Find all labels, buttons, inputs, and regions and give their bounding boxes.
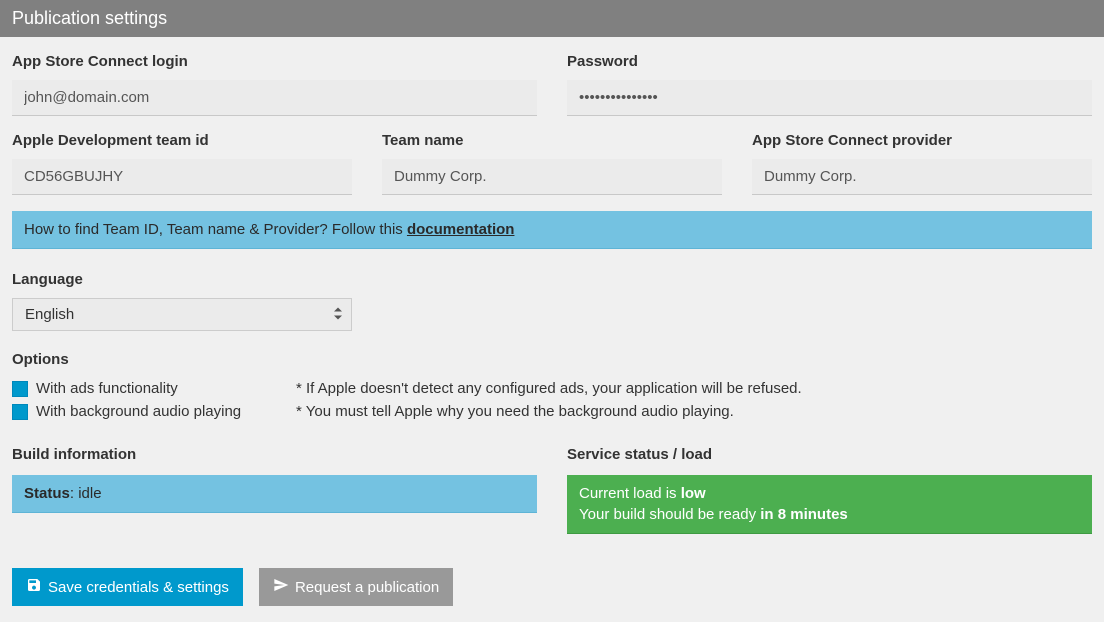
button-row: Save credentials & settings Request a pu… — [12, 568, 1092, 606]
save-icon — [26, 577, 42, 597]
service-status-box: Current load is low Your build should be… — [567, 475, 1092, 534]
build-status-label: Status — [24, 485, 70, 502]
options-heading: Options — [12, 351, 1092, 368]
request-button-label: Request a publication — [295, 579, 439, 596]
password-field-group: Password — [567, 53, 1092, 116]
password-label: Password — [567, 53, 1092, 70]
provider-field-group: App Store Connect provider — [752, 132, 1092, 195]
login-input[interactable] — [12, 80, 537, 116]
ads-checkbox[interactable] — [12, 381, 28, 397]
team-name-field-group: Team name — [382, 132, 722, 195]
provider-label: App Store Connect provider — [752, 132, 1092, 149]
save-button-label: Save credentials & settings — [48, 579, 229, 596]
content-area: App Store Connect login Password Apple D… — [0, 37, 1104, 622]
team-name-label: Team name — [382, 132, 722, 149]
service-status-group: Service status / load Current load is lo… — [567, 446, 1092, 534]
banner-text: How to find Team ID, Team name & Provide… — [24, 221, 407, 238]
build-status-value: idle — [78, 485, 101, 502]
service-ready-value: in 8 minutes — [760, 506, 848, 523]
page-header: Publication settings — [0, 0, 1104, 37]
audio-label: With background audio playing — [36, 403, 296, 420]
ads-note: * If Apple doesn't detect any configured… — [296, 380, 802, 397]
documentation-link[interactable]: documentation — [407, 221, 515, 238]
team-id-field-group: Apple Development team id — [12, 132, 352, 195]
service-load-line: Current load is low — [579, 485, 1080, 502]
build-heading: Build information — [12, 446, 537, 463]
team-name-input[interactable] — [382, 159, 722, 195]
info-banner: How to find Team ID, Team name & Provide… — [12, 211, 1092, 249]
service-load-value: low — [681, 485, 706, 502]
language-select[interactable]: English — [12, 298, 352, 331]
login-field-group: App Store Connect login — [12, 53, 537, 116]
build-status-sep: : — [70, 485, 78, 502]
service-heading: Service status / load — [567, 446, 1092, 463]
send-icon — [273, 577, 289, 597]
save-button[interactable]: Save credentials & settings — [12, 568, 243, 606]
password-input[interactable] — [567, 80, 1092, 116]
team-id-label: Apple Development team id — [12, 132, 352, 149]
ads-label: With ads functionality — [36, 380, 296, 397]
audio-checkbox[interactable] — [12, 404, 28, 420]
service-ready-line: Your build should be ready in 8 minutes — [579, 506, 1080, 523]
service-ready-prefix: Your build should be ready — [579, 506, 760, 523]
page-title: Publication settings — [12, 8, 167, 28]
request-button[interactable]: Request a publication — [259, 568, 453, 606]
login-label: App Store Connect login — [12, 53, 537, 70]
option-ads-row: With ads functionality * If Apple doesn'… — [12, 380, 1092, 397]
build-status-box: Status: idle — [12, 475, 537, 513]
language-field-group: Language English — [12, 271, 1092, 331]
service-load-prefix: Current load is — [579, 485, 681, 502]
option-audio-row: With background audio playing * You must… — [12, 403, 1092, 420]
build-info-group: Build information Status: idle — [12, 446, 537, 534]
provider-input[interactable] — [752, 159, 1092, 195]
team-id-input[interactable] — [12, 159, 352, 195]
audio-note: * You must tell Apple why you need the b… — [296, 403, 734, 420]
language-label: Language — [12, 271, 1092, 288]
